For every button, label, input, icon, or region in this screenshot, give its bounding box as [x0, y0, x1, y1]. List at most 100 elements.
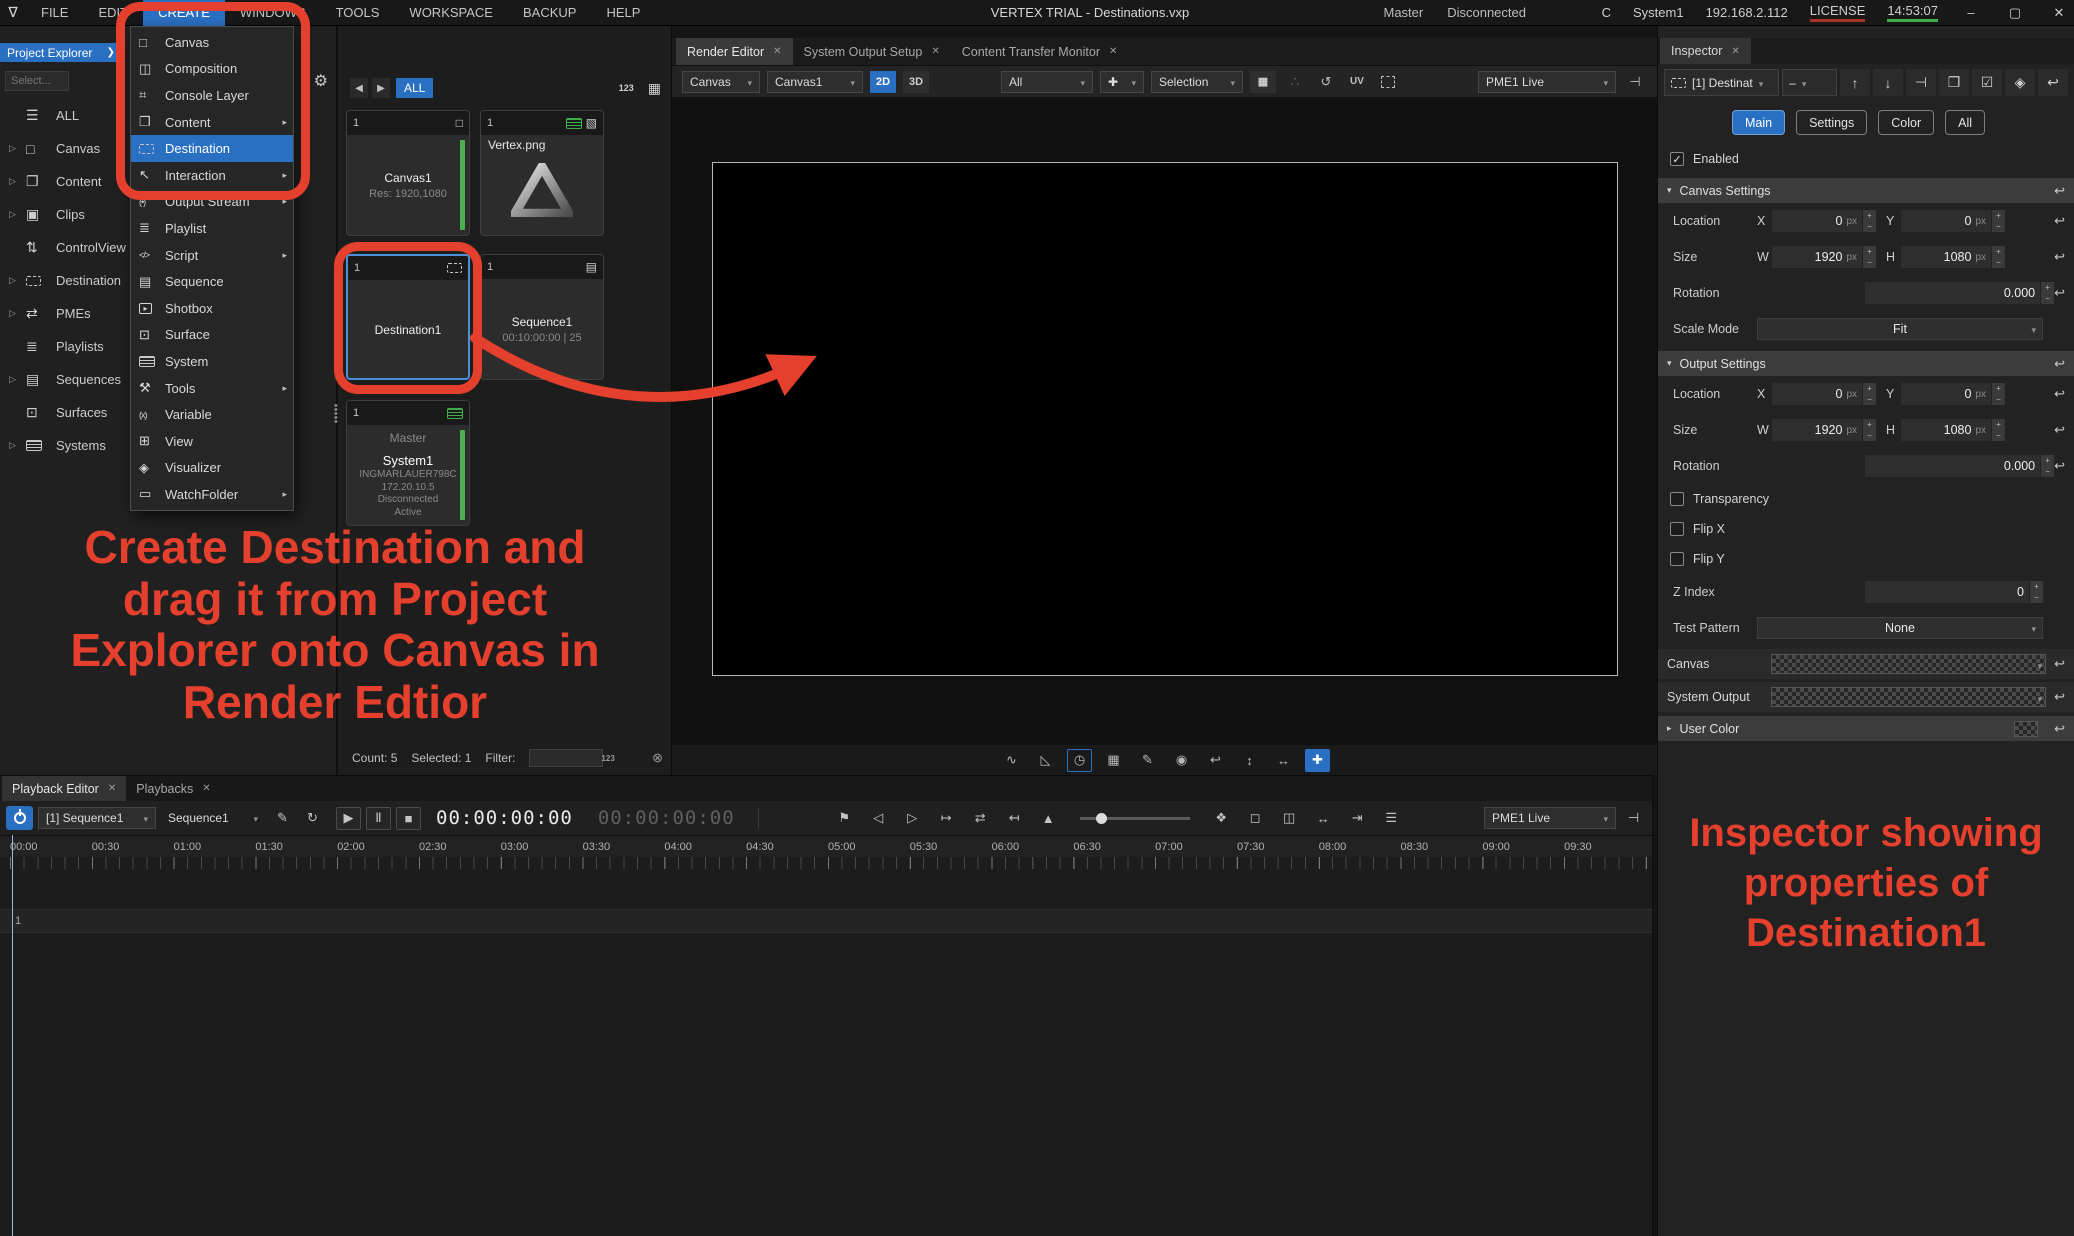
reset-icon[interactable]: ↩	[2054, 183, 2065, 199]
stepper[interactable]	[1992, 210, 2005, 232]
canvas-location-x-field[interactable]: 0px	[1772, 210, 1862, 232]
close-tab-icon[interactable]: ✕	[1731, 46, 1739, 57]
cue-tool-icon[interactable]: ◁	[866, 807, 891, 830]
create-menu-item[interactable]: ▤ Sequence	[131, 268, 293, 295]
timeline-ruler[interactable]: 00:0000:3001:0001:3002:0002:3003:0003:30…	[0, 835, 1652, 857]
reset-icon[interactable]: ↩	[2054, 213, 2065, 229]
inspector-tool-icon[interactable]: ↓	[1873, 69, 1903, 96]
menu-help[interactable]: HELP	[591, 0, 655, 26]
select-filter-input[interactable]	[5, 71, 69, 91]
pin-panel-icon[interactable]: ⊣	[1623, 71, 1647, 93]
create-menu-item[interactable]: ❐ Content ▸	[131, 109, 293, 136]
expand-arrow-icon[interactable]: ▷	[9, 176, 26, 187]
system-output-field[interactable]	[1771, 687, 2046, 707]
output-location-y-field[interactable]: 0px	[1901, 383, 1991, 405]
inspector-tool-icon[interactable]: ↑	[1840, 69, 1870, 96]
transport-button[interactable]: Ⅱ	[366, 807, 391, 830]
filter-all-button[interactable]: All	[1945, 110, 1985, 135]
viewport-tool-icon[interactable]: ▦	[1101, 749, 1126, 772]
enabled-checkbox[interactable]: ✓	[1670, 152, 1684, 166]
close-tab-icon[interactable]: ✕	[1109, 46, 1117, 57]
transport-button[interactable]: ■	[396, 807, 421, 830]
selection-mode-dropdown[interactable]: Selection	[1151, 71, 1243, 93]
menu-windows[interactable]: WINDOWS	[225, 0, 321, 26]
inspector-tool-icon[interactable]: ◈	[2005, 69, 2035, 96]
playback-power-button[interactable]	[6, 806, 33, 830]
viewport-tool-icon[interactable]: ✎	[1135, 749, 1160, 772]
panel-splitter[interactable]: •••••	[334, 404, 340, 424]
reset-icon[interactable]: ↩	[2054, 386, 2065, 402]
menu-tools[interactable]: TOOLS	[321, 0, 395, 26]
menu-workspace[interactable]: WORKSPACE	[394, 0, 508, 26]
playhead[interactable]	[12, 835, 13, 1236]
canvas-type-dropdown[interactable]: Canvas	[682, 71, 760, 93]
timeline-tool-icon[interactable]: ◫	[1277, 807, 1302, 830]
tab-playback-editor[interactable]: Playback Editor✕	[2, 776, 126, 801]
menu-create[interactable]: CREATE	[143, 0, 225, 26]
sequence-slot-dropdown[interactable]: [1] Sequence1	[38, 807, 156, 829]
canvas-location-y-field[interactable]: 0px	[1901, 210, 1991, 232]
cue-tool-icon[interactable]: ↦	[934, 807, 959, 830]
expand-arrow-icon[interactable]: ▷	[9, 143, 26, 154]
create-menu-item[interactable]: System	[131, 348, 293, 375]
sequence-name-dropdown[interactable]: Sequence1	[161, 807, 265, 829]
canvas-rotation-field[interactable]: 0.000	[1865, 282, 2040, 304]
gear-icon[interactable]: ⚙	[314, 71, 328, 91]
stepper[interactable]	[1992, 419, 2005, 441]
z-index-field[interactable]: 0	[1865, 581, 2029, 603]
inspector-tool-icon[interactable]: ☑	[1972, 69, 2002, 96]
clear-filter-icon[interactable]: ⊗	[652, 750, 663, 766]
expand-arrow-icon[interactable]: ▷	[9, 308, 26, 319]
filter-input[interactable]	[529, 749, 603, 767]
filter-main-button[interactable]: Main	[1732, 110, 1785, 135]
filter-color-button[interactable]: Color	[1878, 110, 1934, 135]
timeline-tool-icon[interactable]: ◻	[1243, 807, 1268, 830]
canvas-size-w-field[interactable]: 1920px	[1772, 246, 1862, 268]
stepper[interactable]	[2030, 581, 2043, 603]
viewport-tool-icon[interactable]: ◺	[1033, 749, 1058, 772]
tile-destination1[interactable]: 1 Destination1	[346, 254, 470, 380]
create-menu-item[interactable]: (x) Variable	[131, 401, 293, 428]
tab-render-editor[interactable]: Render Editor✕	[676, 38, 793, 65]
close-tab-icon[interactable]: ✕	[931, 46, 939, 57]
cue-tool-icon[interactable]: ▷	[900, 807, 925, 830]
output-rotation-field[interactable]: 0.000	[1865, 455, 2040, 477]
secondary-dropdown[interactable]: –	[1782, 69, 1837, 96]
user-color-swatch[interactable]	[2014, 721, 2038, 737]
create-menu-item[interactable]: ◈ Visualizer	[131, 455, 293, 482]
inspected-object-dropdown[interactable]: [1] Destinat	[1664, 69, 1779, 96]
menu-file[interactable]: FILE	[26, 0, 83, 26]
canvas-select-dropdown[interactable]: Canvas1	[767, 71, 863, 93]
reset-icon[interactable]: ↩	[2054, 689, 2065, 705]
flip-x-checkbox[interactable]	[1670, 522, 1684, 536]
create-menu-item[interactable]: ⊡ Surface	[131, 322, 293, 349]
reset-icon[interactable]: ↩	[2054, 422, 2065, 438]
stepper[interactable]	[2041, 455, 2054, 477]
canvas-surface[interactable]	[712, 162, 1618, 676]
stepper[interactable]	[1863, 383, 1876, 405]
output-settings-header[interactable]: ▾ Output Settings ↩	[1658, 351, 2074, 376]
create-menu-item[interactable]: ⚒ Tools ▸	[131, 375, 293, 402]
render-viewport[interactable]	[672, 97, 1657, 745]
transparency-checkbox[interactable]	[1670, 492, 1684, 506]
inspector-tool-icon[interactable]: ⊣	[1906, 69, 1936, 96]
create-menu-item[interactable]: Destination	[131, 135, 293, 162]
viewport-tool-icon[interactable]: ↕	[1237, 749, 1262, 772]
viewport-tool-icon[interactable]: ∿	[999, 749, 1024, 772]
timeline-tool-icon[interactable]: ↔	[1311, 807, 1336, 830]
viewport-tool-icon[interactable]: ↩	[1203, 749, 1228, 772]
timeline-tool-icon[interactable]: ☰	[1379, 807, 1404, 830]
nav-next-button[interactable]: ▶	[372, 78, 390, 98]
timeline-tool-icon[interactable]: ⇥	[1345, 807, 1370, 830]
cue-tool-icon[interactable]: ↤	[1002, 807, 1027, 830]
grid-view-icon[interactable]: ▦	[648, 80, 661, 97]
playback-tool-icon[interactable]: ✎	[270, 807, 295, 830]
cue-tool-icon[interactable]: ⇄	[968, 807, 993, 830]
viewport-tool-icon[interactable]: ↔	[1271, 749, 1296, 772]
stepper[interactable]	[1992, 246, 2005, 268]
stepper[interactable]	[1863, 419, 1876, 441]
menu-edit[interactable]: EDIT	[83, 0, 143, 26]
close-tab-icon[interactable]: ✕	[773, 46, 781, 57]
pme-live-dropdown[interactable]: PME1 Live	[1478, 71, 1616, 93]
tile-canvas1[interactable]: 1 □ Canvas1 Res: 1920,1080	[346, 110, 470, 236]
